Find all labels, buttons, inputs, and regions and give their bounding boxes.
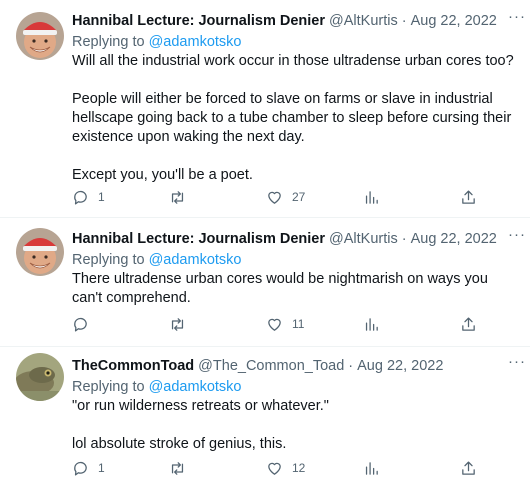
author-handle[interactable]: @AltKurtis bbox=[329, 231, 398, 247]
heart-icon bbox=[268, 462, 281, 475]
author-handle[interactable]: @The_Common_Toad bbox=[198, 358, 344, 374]
author-name[interactable]: Hannibal Lecture: Journalism Denier bbox=[72, 13, 325, 29]
share-icon bbox=[462, 189, 475, 204]
santa-hat-avatar-icon bbox=[16, 12, 64, 60]
share-icon bbox=[462, 460, 475, 475]
tweet-date[interactable]: Aug 22, 2022 bbox=[357, 358, 443, 374]
replying-to: Replying to @adamkotsko bbox=[72, 251, 518, 270]
reply-count: 1 bbox=[98, 461, 105, 475]
like-button[interactable]: 12 bbox=[266, 460, 346, 477]
retweet-icon bbox=[171, 461, 184, 475]
like-button[interactable]: 27 bbox=[266, 189, 346, 206]
reply-icon bbox=[74, 461, 87, 476]
like-count: 27 bbox=[292, 190, 306, 204]
replying-to-label: Replying to bbox=[72, 34, 149, 50]
tweet[interactable]: Hannibal Lecture: Journalism Denier @Alt… bbox=[0, 0, 530, 218]
retweet-icon bbox=[171, 190, 184, 204]
analytics-icon bbox=[365, 190, 378, 204]
tweet-actions: 1 27 bbox=[72, 187, 480, 207]
share-icon bbox=[462, 316, 475, 331]
author-name[interactable]: TheCommonToad bbox=[72, 358, 194, 374]
analytics-icon bbox=[365, 461, 378, 475]
analytics-button[interactable] bbox=[363, 316, 443, 333]
author-name[interactable]: Hannibal Lecture: Journalism Denier bbox=[72, 231, 325, 247]
separator: · bbox=[401, 231, 407, 247]
reply-button[interactable] bbox=[72, 316, 152, 333]
share-button[interactable] bbox=[460, 460, 480, 477]
reply-button[interactable]: 1 bbox=[72, 189, 152, 206]
analytics-button[interactable] bbox=[363, 189, 443, 206]
mention-link[interactable]: @adamkotsko bbox=[149, 379, 242, 395]
like-count: 11 bbox=[292, 317, 305, 331]
more-options-icon[interactable]: ··· bbox=[508, 226, 526, 243]
more-options-icon[interactable]: ··· bbox=[508, 8, 526, 25]
avatar[interactable] bbox=[16, 228, 64, 276]
avatar[interactable] bbox=[16, 12, 64, 60]
share-button[interactable] bbox=[460, 316, 480, 333]
reply-icon bbox=[74, 190, 87, 205]
author-handle[interactable]: @AltKurtis bbox=[329, 13, 398, 29]
tweet-text: "or run wilderness retreats or whatever.… bbox=[72, 398, 329, 452]
reply-icon bbox=[74, 317, 87, 332]
tweet[interactable]: TheCommonToad @The_Common_Toad · Aug 22,… bbox=[0, 347, 530, 489]
retweet-button[interactable] bbox=[169, 460, 249, 477]
reply-count: 1 bbox=[98, 190, 105, 204]
retweet-button[interactable] bbox=[169, 316, 249, 333]
separator: · bbox=[348, 358, 354, 374]
share-button[interactable] bbox=[460, 189, 480, 206]
tweet-text: There ultradense urban cores would be ni… bbox=[72, 271, 492, 306]
reply-button[interactable]: 1 bbox=[72, 460, 152, 477]
heart-icon bbox=[268, 191, 281, 204]
more-options-icon[interactable]: ··· bbox=[508, 353, 526, 370]
retweet-button[interactable] bbox=[169, 189, 249, 206]
mention-link[interactable]: @adamkotsko bbox=[149, 252, 242, 268]
replying-to-label: Replying to bbox=[72, 379, 149, 395]
santa-hat-avatar-icon bbox=[16, 228, 64, 276]
like-button[interactable]: 11 bbox=[266, 316, 346, 333]
avatar[interactable] bbox=[16, 353, 64, 401]
tweet-text: Will all the industrial work occur in th… bbox=[72, 53, 514, 183]
mention-link[interactable]: @adamkotsko bbox=[149, 34, 242, 50]
analytics-button[interactable] bbox=[363, 460, 443, 477]
replying-to: Replying to @adamkotsko bbox=[72, 33, 518, 52]
replying-to: Replying to @adamkotsko bbox=[72, 378, 518, 397]
heart-icon bbox=[268, 318, 281, 331]
tweet-actions: 11 bbox=[72, 314, 480, 334]
like-count: 12 bbox=[292, 461, 306, 475]
separator: · bbox=[401, 13, 407, 29]
replying-to-label: Replying to bbox=[72, 252, 149, 268]
tweet-actions: 1 12 bbox=[72, 458, 480, 478]
tweet[interactable]: Hannibal Lecture: Journalism Denier @Alt… bbox=[0, 218, 530, 347]
tweet-date[interactable]: Aug 22, 2022 bbox=[411, 231, 497, 247]
toad-avatar-icon bbox=[16, 353, 64, 401]
retweet-icon bbox=[171, 317, 184, 331]
analytics-icon bbox=[365, 317, 378, 331]
tweet-date[interactable]: Aug 22, 2022 bbox=[411, 13, 497, 29]
